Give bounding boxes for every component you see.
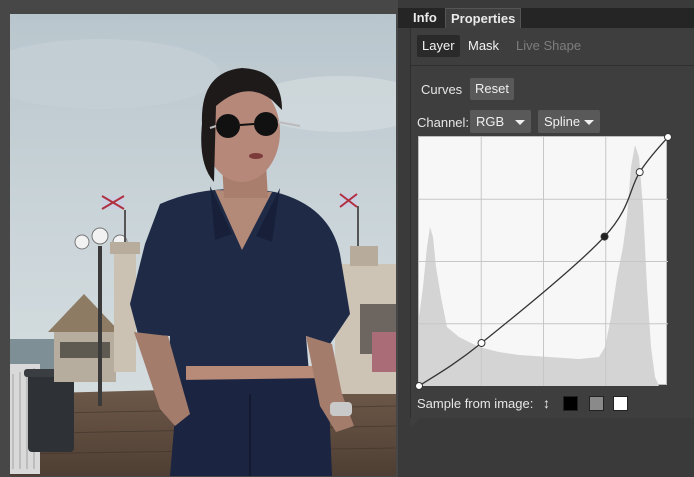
panel-footer	[410, 418, 694, 477]
channel-dropdown[interactable]: RGB	[470, 110, 531, 133]
chevron-down-icon	[584, 120, 594, 125]
photo-illustration	[10, 14, 396, 476]
swatch-white-point[interactable]	[613, 396, 628, 411]
divider	[411, 65, 694, 66]
tab-info[interactable]: Info	[410, 8, 440, 28]
sample-label: Sample from image:	[417, 396, 534, 411]
channel-dropdown-value: RGB	[476, 114, 505, 129]
panel-tab-bar: Info Properties	[398, 8, 694, 28]
properties-panel: Info Properties Layer Mask Live Shape Cu…	[398, 0, 694, 477]
curve-mode-dropdown[interactable]: Spline	[538, 110, 600, 133]
canvas-area[interactable]	[0, 0, 398, 477]
curve-point[interactable]	[477, 339, 486, 348]
tab-properties[interactable]: Properties	[445, 8, 522, 28]
chevron-down-icon	[515, 120, 525, 125]
histogram	[419, 145, 659, 386]
curve-mode-dropdown-value: Spline	[544, 114, 581, 129]
curve-point[interactable]	[415, 382, 423, 390]
properties-body: Layer Mask Live Shape Curves Reset Chann…	[410, 28, 694, 418]
channel-label: Channel:	[417, 115, 470, 130]
curve-point[interactable]	[600, 232, 609, 241]
subtab-live-shape[interactable]: Live Shape	[511, 35, 586, 57]
curve-point[interactable]	[635, 168, 644, 177]
swatch-gray-point[interactable]	[589, 396, 604, 411]
curves-label: Curves	[421, 82, 463, 97]
sample-cursor-icon[interactable]: ↕	[543, 394, 550, 412]
subtab-layer[interactable]: Layer	[417, 35, 460, 57]
canvas-photo[interactable]	[10, 14, 396, 476]
curve-point[interactable]	[664, 133, 672, 141]
swatch-black-point[interactable]	[563, 396, 578, 411]
subtab-mask[interactable]: Mask	[463, 35, 504, 57]
panel-corner	[410, 418, 420, 428]
reset-button[interactable]: Reset	[470, 78, 514, 100]
curves-graph-svg[interactable]	[415, 133, 672, 390]
curves-graph[interactable]	[415, 133, 672, 390]
